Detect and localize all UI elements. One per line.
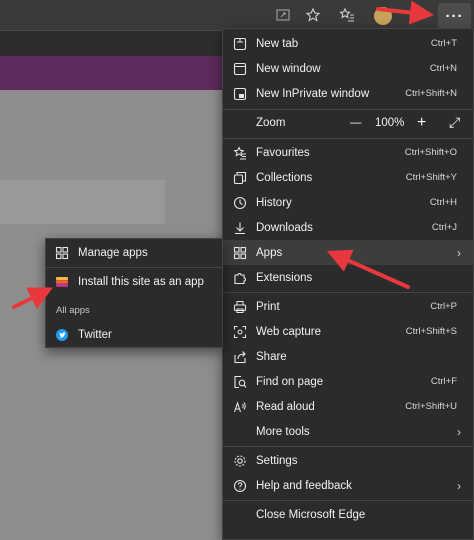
new-tab-icon: [223, 37, 256, 51]
collections-icon: [223, 171, 256, 185]
menu-item-extensions[interactable]: Extensions: [223, 265, 473, 290]
fullscreen-icon[interactable]: ⤢: [449, 110, 460, 135]
new-window-icon: [223, 62, 256, 76]
share-icon: [223, 350, 256, 364]
menu-item-read-aloud[interactable]: Read aloud Ctrl+Shift+U: [223, 394, 473, 419]
submenu-item-manage-apps[interactable]: Manage apps: [46, 240, 222, 266]
print-icon: [223, 300, 256, 314]
web-capture-icon: [223, 325, 256, 339]
menu-item-help-and-feedback[interactable]: Help and feedback ›: [223, 473, 473, 498]
apps-icon: [223, 246, 256, 260]
page-content-block: [0, 180, 165, 224]
settings-menu: New tab Ctrl+T New window Ctrl+N New InP…: [222, 28, 474, 540]
menu-item-history[interactable]: History Ctrl+H: [223, 190, 473, 215]
apps-grid-icon: [46, 246, 78, 260]
read-aloud-icon: [223, 400, 256, 414]
submenu-item-install-site[interactable]: Install this site as an app: [46, 269, 222, 295]
chevron-right-icon: ›: [457, 478, 461, 493]
history-icon: [223, 196, 256, 210]
help-icon: [223, 479, 256, 493]
extensions-icon: [223, 271, 256, 285]
gear-icon: [223, 454, 256, 468]
site-app-icon: [46, 275, 78, 289]
menu-item-find-on-page[interactable]: Find on page Ctrl+F: [223, 369, 473, 394]
menu-divider: [223, 500, 473, 501]
menu-item-settings[interactable]: Settings: [223, 448, 473, 473]
screenshot-icon[interactable]: [272, 5, 294, 25]
apps-submenu: Manage apps Install this site as an app …: [45, 238, 223, 348]
all-apps-heading: All apps: [56, 305, 90, 316]
favorites-icon[interactable]: [336, 5, 358, 25]
find-icon: [223, 375, 256, 389]
downloads-icon: [223, 221, 256, 235]
chevron-right-icon: ›: [457, 245, 461, 260]
favorites-add-icon[interactable]: [302, 5, 324, 25]
menu-item-collections[interactable]: Collections Ctrl+Shift+Y: [223, 165, 473, 190]
menu-item-zoom: Zoom: [256, 117, 286, 129]
menu-item-new-tab[interactable]: New tab Ctrl+T: [223, 31, 473, 56]
submenu-item-twitter[interactable]: Twitter: [46, 322, 222, 348]
menu-item-more-tools[interactable]: More tools ›: [223, 419, 473, 444]
zoom-out-button[interactable]: —: [350, 110, 362, 135]
menu-item-downloads[interactable]: Downloads Ctrl+J: [223, 215, 473, 240]
menu-item-new-window[interactable]: New window Ctrl+N: [223, 56, 473, 81]
menu-divider: [223, 446, 473, 447]
menu-item-close-microsoft-edge[interactable]: Close Microsoft Edge: [223, 502, 473, 527]
menu-divider: [223, 138, 473, 139]
submenu-divider: [46, 267, 222, 268]
menu-item-favourites[interactable]: Favourites Ctrl+Shift+O: [223, 140, 473, 165]
menu-item-web-capture[interactable]: Web capture Ctrl+Shift+S: [223, 319, 473, 344]
menu-divider: [223, 292, 473, 293]
profile-avatar[interactable]: [374, 7, 392, 25]
chevron-right-icon: ›: [457, 424, 461, 439]
menu-item-new-inprivate-window[interactable]: New InPrivate window Ctrl+Shift+N: [223, 81, 473, 106]
inprivate-icon: [223, 87, 256, 101]
zoom-level: 100%: [375, 116, 405, 129]
menu-item-print[interactable]: Print Ctrl+P: [223, 294, 473, 319]
favourites-icon: [223, 145, 256, 160]
settings-and-more-button[interactable]: ···: [438, 3, 471, 29]
menu-item-share[interactable]: Share: [223, 344, 473, 369]
browser-toolbar: [0, 0, 474, 30]
twitter-icon: [46, 328, 78, 342]
zoom-in-button[interactable]: +: [417, 110, 426, 135]
menu-item-apps[interactable]: Apps ›: [223, 240, 473, 265]
